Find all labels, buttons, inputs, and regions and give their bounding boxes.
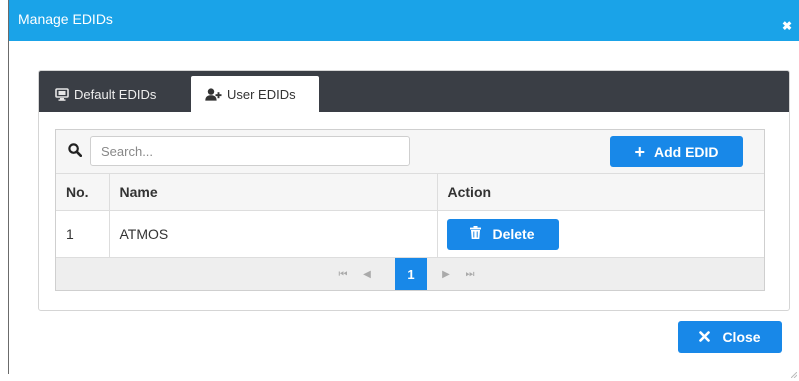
table-toolbar: + Add EDID — [56, 130, 764, 173]
prev-page-icon[interactable]: ◀ — [360, 258, 374, 290]
search-icon — [68, 143, 83, 160]
tab-user-edids[interactable]: User EDIDs — [191, 76, 319, 112]
row-name: ATMOS — [108, 210, 438, 258]
edid-card: Default EDIDs User EDIDs Search... + Add… — [38, 70, 790, 311]
add-user-icon — [205, 87, 222, 101]
edid-table: No. Name Action 1 ATMOS Delete — [56, 173, 764, 258]
user-edids-panel: + Add EDID No. Name Action 1 ATMOS — [55, 129, 765, 291]
tab-default-edids-label: Default EDIDs — [74, 86, 157, 102]
delete-button[interactable]: Delete — [446, 218, 559, 250]
search-input[interactable] — [90, 136, 410, 166]
dialog-title: Manage EDIDs — [18, 11, 113, 27]
column-header-name: Name — [108, 173, 438, 211]
close-label: Close — [722, 329, 761, 345]
monitor-icon — [55, 87, 69, 101]
row-action-cell: Delete — [436, 210, 764, 258]
add-edid-label: Add EDID — [653, 143, 719, 160]
close-button[interactable]: Close — [678, 321, 782, 353]
column-header-action: Action — [436, 173, 764, 211]
resize-handle-icon[interactable] — [790, 365, 798, 379]
row-number: 1 — [56, 210, 110, 258]
tab-bar: Default EDIDs User EDIDs — [39, 71, 789, 112]
add-edid-button[interactable]: + Add EDID — [610, 136, 743, 167]
next-page-icon[interactable]: ▶ — [439, 258, 453, 290]
plus-icon: + — [634, 141, 645, 162]
first-page-icon[interactable]: ⏮ — [336, 258, 350, 290]
last-page-icon[interactable]: ⏭ — [463, 258, 477, 290]
dialog-close-icon[interactable]: ✖ — [781, 20, 793, 32]
tab-default-edids[interactable]: Default EDIDs — [53, 76, 183, 112]
delete-label: Delete — [492, 226, 535, 242]
trash-icon — [470, 226, 482, 242]
table-header-row: No. Name Action — [56, 173, 764, 211]
x-icon — [699, 329, 711, 345]
column-header-no: No. — [56, 173, 110, 211]
page-1-button[interactable]: 1 — [395, 258, 427, 290]
table-row: 1 ATMOS Delete — [56, 210, 764, 258]
tab-user-edids-label: User EDIDs — [227, 86, 296, 102]
dialog-titlebar: Manage EDIDs ✖ — [9, 0, 799, 41]
pagination: ⏮ ◀ 1 ▶ ⏭ — [56, 258, 764, 290]
manage-edids-dialog: Manage EDIDs ✖ Default EDIDs User EDIDs … — [8, 0, 799, 379]
